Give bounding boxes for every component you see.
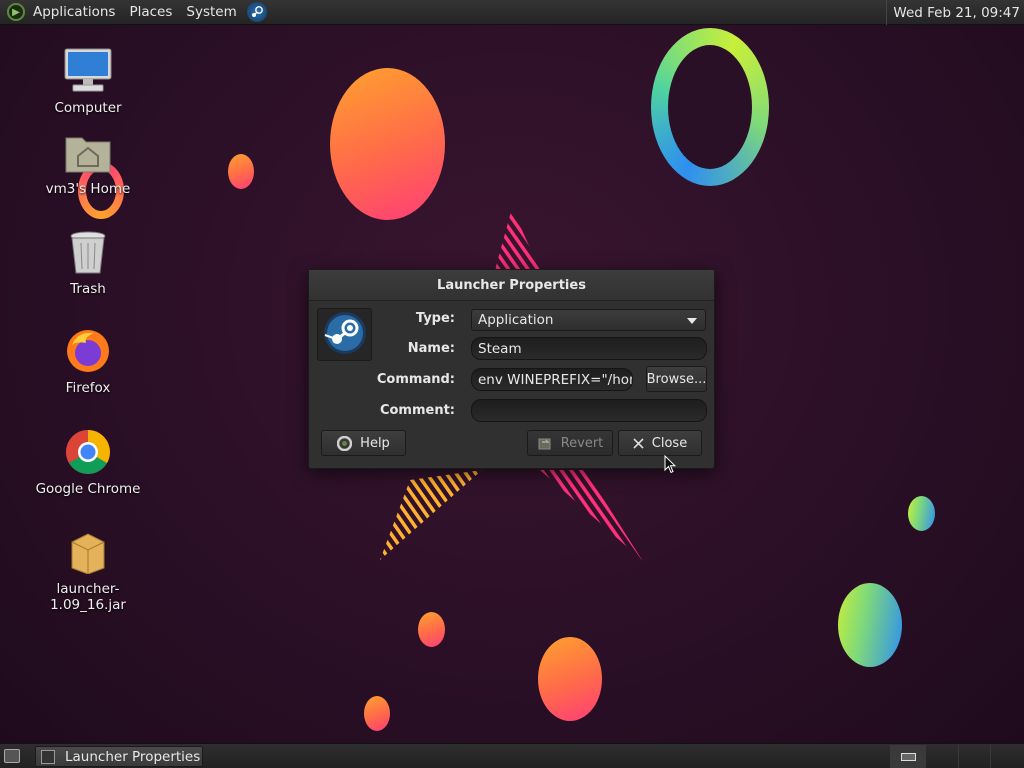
desktop-icon-label: launcher-1.09_16.jar — [50, 581, 126, 613]
desktop-icon-jar[interactable]: launcher-1.09_16.jar — [23, 527, 153, 613]
home-folder-icon — [63, 127, 113, 177]
mouse-pointer-icon — [664, 454, 677, 478]
desktop-icon-label: Firefox — [65, 380, 111, 396]
window-icon — [41, 749, 55, 764]
type-label: Type: — [415, 311, 455, 326]
desktop-icon-firefox[interactable]: Firefox — [23, 326, 153, 396]
revert-button[interactable]: Revert — [527, 430, 613, 456]
steam-icon — [323, 311, 367, 359]
taskbar-launcher-properties[interactable]: Launcher Properties — [35, 746, 203, 767]
desktop-icon-chrome[interactable]: Google Chrome — [23, 427, 153, 497]
help-icon — [337, 435, 353, 451]
revert-button-label: Revert — [560, 435, 604, 451]
name-field[interactable]: Steam — [471, 337, 707, 360]
close-icon — [633, 437, 644, 449]
workspace-2[interactable] — [925, 745, 960, 768]
steam-launcher-icon[interactable] — [246, 2, 267, 22]
browse-button[interactable]: Browse... — [646, 366, 707, 392]
clock[interactable]: Wed Feb 21, 09:47 — [886, 0, 1020, 25]
desktop-icon-computer[interactable]: Computer — [23, 46, 153, 116]
chrome-icon — [63, 427, 113, 477]
command-field[interactable]: env WINEPREFIX="/hom — [471, 368, 633, 391]
applications-menu[interactable]: Applications — [33, 4, 115, 20]
browse-button-label: Browse... — [646, 371, 707, 387]
places-menu[interactable]: Places — [129, 4, 172, 20]
close-button[interactable]: Close — [618, 430, 702, 456]
help-button[interactable]: Help — [321, 430, 406, 456]
revert-icon — [537, 436, 553, 451]
app-icon-button[interactable] — [317, 308, 372, 361]
workspace-3[interactable] — [958, 745, 993, 768]
taskbar-item-label: Launcher Properties — [65, 748, 201, 765]
name-label: Name: — [407, 341, 455, 356]
dropdown-arrow-icon — [687, 318, 697, 324]
type-select[interactable]: Application — [471, 309, 706, 331]
menu-logo-icon[interactable]: ▶ — [7, 3, 25, 21]
desktop-icon-label: Computer — [54, 100, 122, 116]
comment-field[interactable] — [471, 399, 707, 422]
desktop-icon-label: Google Chrome — [35, 481, 141, 497]
system-menu[interactable]: System — [186, 4, 236, 20]
comment-label: Comment: — [379, 403, 455, 418]
launcher-properties-dialog: Launcher Properties Type: Application Na… — [308, 269, 715, 469]
desktop-icon-label: Trash — [70, 281, 106, 297]
desktop-icon-home[interactable]: vm3's Home — [23, 127, 153, 197]
show-desktop-icon[interactable] — [4, 749, 20, 763]
bottom-panel: Launcher Properties — [0, 743, 1024, 768]
desktop-icon-label: vm3's Home — [45, 181, 131, 197]
desktop-icon-trash[interactable]: Trash — [23, 227, 153, 297]
type-select-value: Application — [478, 312, 554, 328]
help-button-label: Help — [360, 435, 390, 451]
trash-icon — [63, 227, 113, 277]
jar-package-icon — [63, 527, 113, 577]
firefox-icon — [63, 326, 113, 376]
workspace-4[interactable] — [990, 745, 1024, 768]
top-panel: ▶ Applications Places System Wed Feb 21,… — [0, 0, 1024, 25]
close-button-label: Close — [651, 435, 688, 451]
workspace-1[interactable] — [890, 745, 925, 768]
dialog-title[interactable]: Launcher Properties — [309, 270, 714, 301]
command-label: Command: — [376, 372, 455, 387]
computer-icon — [63, 46, 113, 96]
